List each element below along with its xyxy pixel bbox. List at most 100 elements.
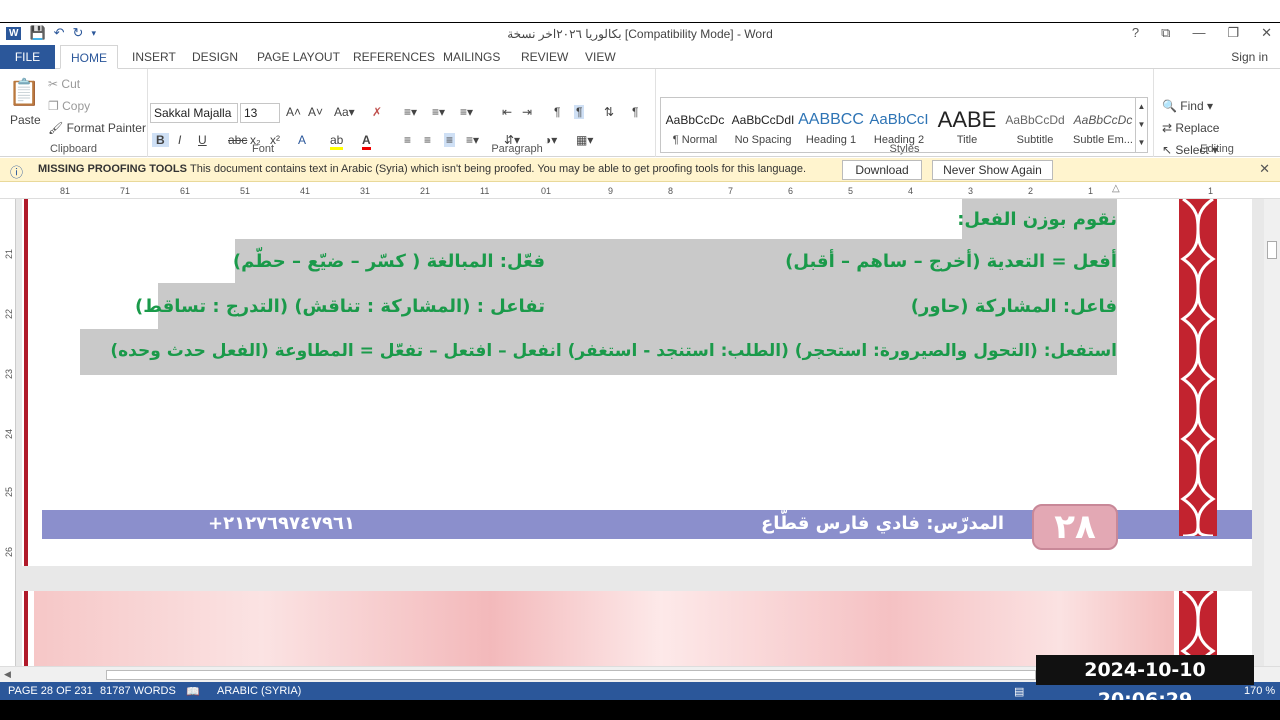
style-normal[interactable]: AaBbCcDc ¶ Normal [661,98,729,152]
style-title[interactable]: AABE Title [933,98,1001,152]
style-subtle-emphasis[interactable]: AaBbCcDc Subtle Em... [1069,98,1137,152]
style-name: No Spacing [734,134,792,146]
tab-references[interactable]: REFERENCES [343,45,445,69]
paste-button[interactable]: Paste [10,113,41,127]
style-no-spacing[interactable]: AaBbCcDdI No Spacing [729,98,797,152]
ruler-label: 26 [4,546,15,558]
horizontal-ruler[interactable]: 81 71 61 51 41 31 21 11 01 9 8 7 6 5 4 3… [0,183,1280,199]
window-controls: ? ⧉ — ❐ ✕ [1132,25,1272,41]
style-preview: AaBbCcDdI [731,113,795,127]
change-case-icon[interactable]: Aa▾ [334,105,355,119]
grow-font-icon[interactable]: A˄ [286,105,301,119]
font-size-select[interactable]: 13 [240,103,280,123]
style-preview: AaBbCcDc [1073,113,1133,127]
close-icon[interactable]: ✕ [1261,25,1272,41]
ruler-label: 11 [480,186,490,196]
page-border-line [24,199,28,566]
clear-formatting-icon[interactable]: ✗ [372,105,382,119]
paragraph-group-label: Paragraph [491,143,543,155]
find-button[interactable]: 🔍 Find ▾ [1162,99,1213,113]
replace-button[interactable]: ⇄ Replace [1162,121,1219,135]
tab-mailings[interactable]: MAILINGS [433,45,510,69]
ruler-label: 22 [4,308,15,320]
ruler-label: 01 [541,186,552,196]
sign-in-link[interactable]: Sign in [1231,50,1268,64]
minimize-icon[interactable]: — [1192,25,1205,41]
ruler-label: 4 [908,186,914,196]
close-infobar-icon[interactable]: ✕ [1259,161,1270,177]
cut-button[interactable]: ✂ Cut [48,77,80,91]
tab-view[interactable]: VIEW [575,45,626,69]
editing-group: 🔍 Find ▾ ⇄ Replace ↖ Select ▾ Editing [1154,69,1280,157]
zoom-level[interactable]: 170 % [1244,685,1275,697]
doc-heading: نقوم بوزن الفعل: [957,209,1117,230]
styles-scroll[interactable]: ▲ ▼ ▼ [1135,98,1147,152]
bullets-icon[interactable]: ≡▾ [404,105,417,119]
braid-pattern [1180,199,1216,536]
format-painter-button[interactable]: 🖌 Format Painter [48,121,146,135]
style-subtitle[interactable]: AaBbCcDd Subtitle [1001,98,1069,152]
download-button[interactable]: Download [842,160,922,180]
ruler-label: 51 [240,186,251,196]
tab-review[interactable]: REVIEW [511,45,578,69]
document-area: 21 22 23 24 25 26 نقوم بوزن الفعل: أفعل … [0,199,1280,666]
sort-icon[interactable]: ⇅ [604,105,614,119]
numbering-icon[interactable]: ≡▾ [432,105,445,119]
video-timestamp: 2024-10-10 20:06:29 [1036,655,1254,711]
ribbon-display-icon[interactable]: ⧉ [1161,25,1170,41]
teacher-name: المدرّس: فادي فارس قطّاع [761,513,1004,534]
indent-marker-icon[interactable]: △ [1112,183,1120,194]
never-show-again-button[interactable]: Never Show Again [932,160,1053,180]
ruler-label: 9 [608,186,614,196]
tab-file[interactable]: FILE [0,45,55,69]
tab-design[interactable]: DESIGN [182,45,248,69]
tab-insert[interactable]: INSERT [122,45,186,69]
tab-home[interactable]: HOME [60,45,118,69]
restore-icon[interactable]: ❐ [1227,25,1239,41]
ruler-label: 81 [60,186,71,196]
styles-gallery: AaBbCcDc ¶ Normal AaBbCcDdI No Spacing AAB… [660,97,1148,153]
ruler-label: 24 [4,428,15,440]
binoculars-icon: 🔍 [1162,99,1177,113]
title-bar: W 💾 ↶ ↻ ▾ بكالوريا ٢٠٢٦اخر نسخة [Compati… [0,23,1280,45]
replace-label: Replace [1175,121,1220,135]
shrink-font-icon[interactable]: A˅ [308,105,323,119]
paste-icon[interactable]: 📋 [8,77,40,108]
rtl-icon[interactable]: ¶ [574,105,585,119]
scissors-icon: ✂ [48,77,59,91]
decrease-indent-icon[interactable]: ⇤ [502,105,512,119]
ltr-icon[interactable]: ¶ [554,105,560,119]
help-icon[interactable]: ? [1132,25,1139,41]
ruler-label: 7 [728,186,734,196]
horizontal-scroll-thumb[interactable] [106,670,1036,680]
proofing-icon[interactable]: 📖 [186,685,200,698]
vertical-scroll-thumb[interactable] [1267,241,1277,259]
ruler-label: 71 [120,186,131,196]
ruler-label: 31 [360,186,371,196]
vertical-scrollbar[interactable] [1264,199,1280,666]
document-page[interactable]: نقوم بوزن الفعل: أفعل = التعدية (أخرج – … [22,199,1252,566]
style-heading-1[interactable]: AABBCC Heading 1 [797,98,865,152]
increase-indent-icon[interactable]: ⇥ [522,105,532,119]
page-count[interactable]: PAGE 28 OF 231 [8,685,93,697]
ribbon: 📋 Paste ✂ Cut ❐ Copy 🖌 Format Painter Cl… [0,69,1280,157]
window-title: بكالوريا ٢٠٢٦اخر نسخة [Compatibility Mod… [507,27,773,41]
tab-page-layout[interactable]: PAGE LAYOUT [247,45,350,69]
style-preview: AaBbCcDc [665,113,725,127]
style-name: Title [956,134,978,146]
read-mode-icon[interactable]: ▤ [1014,685,1024,698]
font-family-select[interactable]: Sakkal Majalla [150,103,238,123]
scroll-left-icon[interactable]: ◀ [4,669,11,680]
font-group-label: Font [251,143,274,155]
multilevel-list-icon[interactable]: ≡▾ [460,105,473,119]
cut-label: Cut [61,77,81,91]
show-marks-icon[interactable]: ¶ [632,105,638,119]
ruler-label: 3 [968,186,974,196]
language-indicator[interactable]: ARABIC (SYRIA) [217,685,301,697]
copy-button[interactable]: ❐ Copy [48,99,90,113]
ruler-label: 41 [300,186,311,196]
style-heading-2[interactable]: AaBbCcI Heading 2 [865,98,933,152]
word-count[interactable]: 81787 WORDS [100,685,176,697]
style-preview: AABBCC [798,111,864,128]
vertical-ruler[interactable]: 21 22 23 24 25 26 [0,199,16,666]
